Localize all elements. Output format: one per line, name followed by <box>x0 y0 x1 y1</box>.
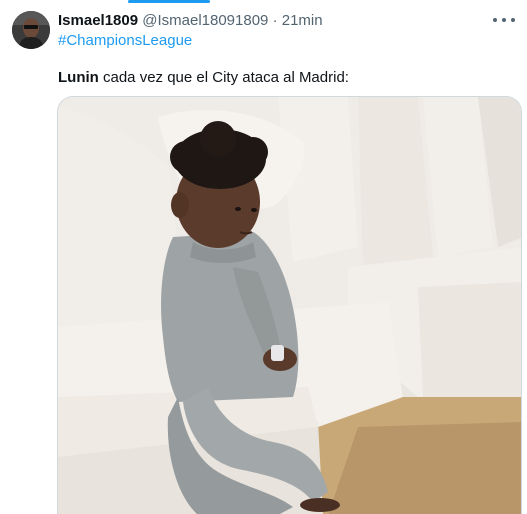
avatar-image <box>12 11 50 49</box>
hashtag-link[interactable]: #ChampionsLeague <box>58 31 192 51</box>
separator-dot: · <box>272 12 278 29</box>
tweet-text-bold: Lunin <box>58 69 99 86</box>
display-name[interactable]: Ismael1809 <box>58 12 138 29</box>
toddler-photo <box>58 97 521 514</box>
tab-indicator <box>128 0 210 3</box>
user-handle[interactable]: @Ismael18091809 <box>142 12 268 29</box>
more-dots-icon[interactable] <box>493 10 515 30</box>
tweet-text-body: cada vez que el City ataca al Madrid: <box>98 69 349 86</box>
avatar[interactable] <box>12 11 50 49</box>
tweet-media[interactable] <box>57 96 522 514</box>
tweet-text: Lunin cada vez que el City ataca al Madr… <box>58 68 349 88</box>
tweet[interactable]: Ismael1809 @Ismael18091809 · 21min #Cham… <box>0 0 527 514</box>
timestamp[interactable]: 21min <box>282 12 323 29</box>
tweet-header: Ismael1809 @Ismael18091809 · 21min <box>58 11 487 31</box>
